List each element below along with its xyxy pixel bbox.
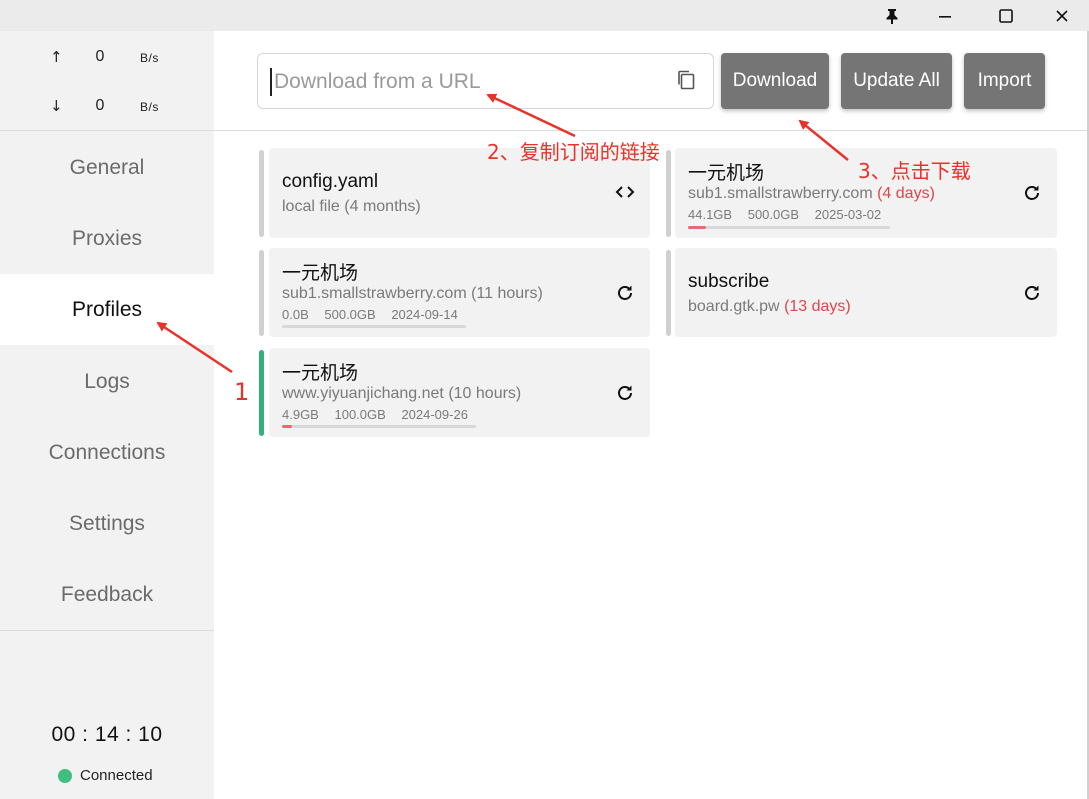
sidebar-item-profiles[interactable]: Profiles <box>0 274 214 345</box>
refresh-icon[interactable] <box>1021 282 1043 304</box>
profile-source-text: www.yiyuanjichang.net <box>282 385 444 402</box>
download-button[interactable]: Download <box>721 53 829 109</box>
close-button[interactable] <box>1039 0 1085 31</box>
connection-status: Connected <box>58 767 153 784</box>
annotation-step-3: 3、点击下载 <box>858 159 971 183</box>
profile-used: 4.9GB <box>282 407 319 422</box>
download-unit: B/s <box>140 100 159 114</box>
profile-age: (11 hours) <box>471 285 543 302</box>
profile-name: 一元机场 <box>282 263 359 284</box>
profile-source-text: local file <box>282 198 340 215</box>
profile-usage-meta: 4.9GB 100.0GB 2024-09-26 <box>282 407 480 422</box>
profile-source-text: sub1.smallstrawberry.com <box>282 285 467 302</box>
profile-usage-meta: 0.0B 500.0GB 2024-09-14 <box>282 307 470 322</box>
pin-button[interactable] <box>869 0 915 31</box>
upload-speed: ↑ 0 B/s <box>0 48 214 68</box>
sidebar-item-feedback[interactable]: Feedback <box>0 559 214 630</box>
usage-progress-bar <box>282 325 466 328</box>
profile-source-text: sub1.smallstrawberry.com <box>688 185 873 202</box>
url-field[interactable] <box>257 53 714 109</box>
usage-progress-fill <box>688 226 706 229</box>
profile-indicator <box>259 250 264 336</box>
profile-card[interactable]: subscribe board.gtk.pw (13 days) <box>675 248 1057 337</box>
maximize-icon <box>999 8 1013 23</box>
minimize-button[interactable] <box>922 0 968 31</box>
annotation-step-1: 1 <box>234 378 250 406</box>
usage-progress-fill <box>282 425 292 428</box>
profile-age: (4 months) <box>344 198 421 215</box>
profile-age: (10 hours) <box>448 385 522 402</box>
profile-source: board.gtk.pw (13 days) <box>688 298 851 316</box>
profile-used: 44.1GB <box>688 207 733 222</box>
profile-expire: 2024-09-26 <box>401 407 468 422</box>
profile-total: 100.0GB <box>334 407 386 422</box>
annotation-step-2: 2、复制订阅的链接 <box>487 140 660 164</box>
sidebar-item-connections[interactable]: Connections <box>0 417 214 488</box>
profile-source: www.yiyuanjichang.net (10 hours) <box>282 385 521 403</box>
import-button[interactable]: Import <box>964 53 1045 109</box>
status-label: Connected <box>80 767 153 784</box>
sidebar-divider-bottom <box>0 630 214 631</box>
status-dot-icon <box>58 768 72 783</box>
profile-total: 500.0GB <box>324 307 376 322</box>
usage-progress-bar <box>282 425 476 428</box>
profile-age: (13 days) <box>784 298 851 315</box>
close-icon <box>1056 9 1068 22</box>
download-value: 0 <box>95 97 105 114</box>
connection-timer: 00 : 14 : 10 <box>51 723 163 746</box>
profile-name: 一元机场 <box>688 163 765 184</box>
refresh-icon[interactable] <box>614 382 636 404</box>
code-icon[interactable] <box>614 181 636 203</box>
profile-card-active[interactable]: 一元机场 www.yiyuanjichang.net (10 hours) 4.… <box>269 348 650 437</box>
refresh-icon[interactable] <box>614 282 636 304</box>
pin-icon <box>886 8 898 24</box>
download-arrow-icon: ↓ <box>50 97 63 115</box>
profile-usage-meta: 44.1GB 500.0GB 2025-03-02 <box>688 207 893 222</box>
profile-name: subscribe <box>688 271 770 292</box>
profile-active-indicator <box>259 350 264 436</box>
profile-name: 一元机场 <box>282 363 359 384</box>
profile-indicator <box>666 150 671 237</box>
profile-age: (4 days) <box>877 185 935 202</box>
url-input[interactable] <box>270 68 660 96</box>
sidebar: ↑ 0 B/s ↓ 0 B/s General Proxies Profiles… <box>0 31 214 799</box>
profile-indicator <box>666 250 671 336</box>
profile-expire: 2025-03-02 <box>814 207 882 222</box>
minimize-icon <box>939 15 951 18</box>
maximize-button[interactable] <box>983 0 1029 31</box>
update-all-button[interactable]: Update All <box>841 53 952 109</box>
profile-name: config.yaml <box>282 171 379 192</box>
download-speed: ↓ 0 B/s <box>0 97 214 117</box>
traffic-stats: ↑ 0 B/s ↓ 0 B/s <box>0 31 214 131</box>
sidebar-item-proxies[interactable]: Proxies <box>0 203 214 274</box>
profile-source: local file (4 months) <box>282 198 421 216</box>
upload-unit: B/s <box>140 51 159 65</box>
sidebar-item-logs[interactable]: Logs <box>0 346 214 417</box>
profile-indicator <box>259 150 264 237</box>
profile-source-text: board.gtk.pw <box>688 298 780 315</box>
upload-value: 0 <box>95 48 105 65</box>
usage-progress-bar <box>688 226 890 229</box>
toolbar-divider <box>214 130 1089 131</box>
profile-card[interactable]: 一元机场 sub1.smallstrawberry.com (11 hours)… <box>269 248 650 337</box>
sidebar-item-settings[interactable]: Settings <box>0 488 214 559</box>
upload-arrow-icon: ↑ <box>50 48 63 66</box>
copy-icon[interactable] <box>676 69 696 91</box>
profile-source: sub1.smallstrawberry.com (4 days) <box>688 185 935 203</box>
refresh-icon[interactable] <box>1021 182 1043 204</box>
profile-expire: 2024-09-14 <box>391 307 458 322</box>
sidebar-divider-top <box>0 130 214 131</box>
sidebar-item-general[interactable]: General <box>0 132 214 203</box>
title-bar <box>0 0 1089 31</box>
profile-total: 500.0GB <box>747 207 800 222</box>
profile-used: 0.0B <box>282 307 309 322</box>
profile-source: sub1.smallstrawberry.com (11 hours) <box>282 285 543 303</box>
